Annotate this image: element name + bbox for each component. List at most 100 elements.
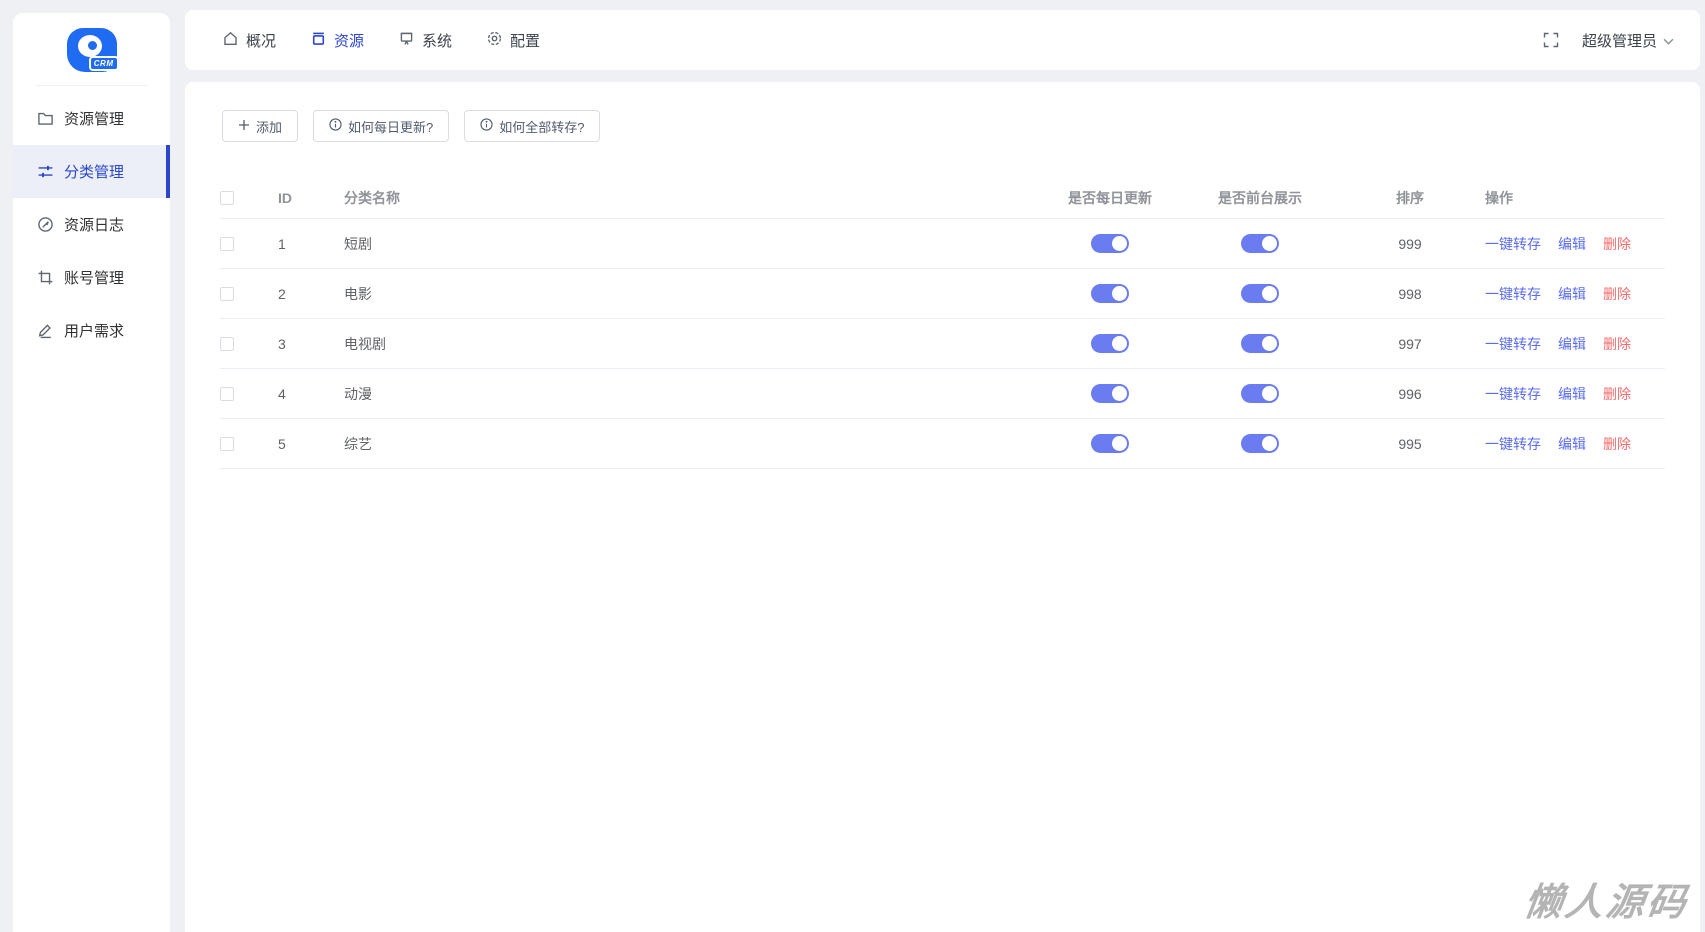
- chevron-down-icon: [1663, 32, 1674, 49]
- sidebar-item-resource-management[interactable]: 资源管理: [13, 92, 170, 145]
- logo-text: CRM: [88, 56, 119, 71]
- sidebar-divider: [35, 85, 148, 86]
- sidebar-item-resource-log[interactable]: 资源日志: [13, 198, 170, 251]
- sidebar-item-account-management[interactable]: 账号管理: [13, 251, 170, 304]
- one-click-transfer-link[interactable]: 一键转存: [1485, 284, 1541, 304]
- plus-icon: [238, 119, 250, 134]
- fullscreen-icon[interactable]: [1542, 31, 1560, 49]
- row-id: 5: [278, 435, 286, 452]
- tab-overview[interactable]: 概况: [222, 30, 276, 51]
- sidebar-item-user-requirements[interactable]: 用户需求: [13, 304, 170, 357]
- one-click-transfer-link[interactable]: 一键转存: [1485, 334, 1541, 354]
- edit-link[interactable]: 编辑: [1558, 234, 1586, 254]
- delete-link[interactable]: 删除: [1603, 434, 1631, 454]
- row-sort: 997: [1398, 335, 1422, 352]
- front-display-toggle[interactable]: [1241, 434, 1279, 453]
- edit-link[interactable]: 编辑: [1558, 434, 1586, 454]
- table-row: 1 短剧 999 一键转存 编辑 删除: [220, 219, 1665, 269]
- main-content: 添加 如何每日更新? 如何全部转存? ID 分类名称 是否每日更新 是否前台展示…: [185, 82, 1700, 932]
- sidebar-item-category-management[interactable]: 分类管理: [13, 145, 170, 198]
- row-category-name: 电影: [344, 285, 372, 302]
- sliders-icon: [37, 163, 54, 180]
- row-category-name: 动漫: [344, 385, 372, 402]
- one-click-transfer-link[interactable]: 一键转存: [1485, 234, 1541, 254]
- daily-update-toggle[interactable]: [1091, 234, 1129, 253]
- how-daily-update-button[interactable]: 如何每日更新?: [313, 110, 450, 142]
- how-transfer-all-label: 如何全部转存?: [499, 119, 585, 135]
- top-navbar: 概况 资源 系统 配置 超级管理员: [185, 10, 1700, 70]
- how-daily-update-label: 如何每日更新?: [348, 119, 434, 135]
- edit-link[interactable]: 编辑: [1558, 284, 1586, 304]
- row-checkbox[interactable]: [220, 286, 234, 301]
- front-display-toggle[interactable]: [1241, 234, 1279, 253]
- tab-label: 系统: [422, 32, 453, 50]
- row-checkbox[interactable]: [220, 236, 234, 251]
- table-row: 2 电影 998 一键转存 编辑 删除: [220, 269, 1665, 319]
- add-button[interactable]: 添加: [222, 110, 299, 142]
- delete-link[interactable]: 删除: [1603, 334, 1631, 354]
- tab-resources[interactable]: 资源: [310, 30, 364, 51]
- table-row: 5 综艺 995 一键转存 编辑 删除: [220, 419, 1665, 469]
- home-icon: [222, 30, 239, 51]
- col-sort: 排序: [1396, 190, 1424, 206]
- row-category-name: 综艺: [344, 435, 372, 452]
- col-front-display: 是否前台展示: [1218, 190, 1302, 206]
- front-display-toggle[interactable]: [1241, 334, 1279, 353]
- tab-label: 概况: [246, 32, 277, 50]
- sidebar-item-label: 账号管理: [64, 270, 125, 287]
- daily-update-toggle[interactable]: [1091, 334, 1129, 353]
- tab-label: 配置: [510, 32, 541, 50]
- one-click-transfer-link[interactable]: 一键转存: [1485, 384, 1541, 404]
- crop-icon: [37, 269, 54, 286]
- info-icon: [480, 118, 493, 134]
- row-sort: 998: [1398, 285, 1422, 302]
- row-sort: 995: [1398, 435, 1422, 452]
- sidebar-item-label: 资源管理: [64, 111, 125, 128]
- sidebar: CRM 资源管理 分类管理 资源日志 账号管理 用户需求: [13, 13, 170, 932]
- row-id: 2: [278, 285, 286, 302]
- row-checkbox[interactable]: [220, 386, 234, 401]
- front-display-toggle[interactable]: [1241, 284, 1279, 303]
- tab-label: 资源: [334, 32, 365, 50]
- toolbar: 添加 如何每日更新? 如何全部转存?: [185, 82, 1700, 142]
- sidebar-item-label: 资源日志: [64, 217, 125, 234]
- col-category-name: 分类名称: [344, 190, 400, 206]
- box-icon: [310, 30, 327, 51]
- folder-icon: [37, 110, 54, 127]
- row-checkbox[interactable]: [220, 436, 234, 451]
- row-id: 4: [278, 385, 286, 402]
- edit-link[interactable]: 编辑: [1558, 384, 1586, 404]
- sidebar-item-label: 用户需求: [64, 323, 125, 340]
- delete-link[interactable]: 删除: [1603, 384, 1631, 404]
- how-transfer-all-button[interactable]: 如何全部转存?: [464, 110, 601, 142]
- select-all-checkbox[interactable]: [220, 191, 234, 205]
- daily-update-toggle[interactable]: [1091, 384, 1129, 403]
- daily-update-toggle[interactable]: [1091, 434, 1129, 453]
- tab-system[interactable]: 系统: [398, 30, 452, 51]
- col-daily-update: 是否每日更新: [1068, 190, 1152, 206]
- row-category-name: 电视剧: [344, 335, 386, 352]
- col-actions: 操作: [1485, 190, 1513, 206]
- board-icon: [398, 30, 415, 51]
- sidebar-item-label: 分类管理: [64, 164, 125, 181]
- table-row: 4 动漫 996 一键转存 编辑 删除: [220, 369, 1665, 419]
- user-dropdown[interactable]: 超级管理员: [1582, 30, 1674, 51]
- row-sort: 996: [1398, 385, 1422, 402]
- compass-icon: [37, 216, 54, 233]
- edit-link[interactable]: 编辑: [1558, 334, 1586, 354]
- user-name-label: 超级管理员: [1581, 32, 1657, 50]
- delete-link[interactable]: 删除: [1603, 284, 1631, 304]
- front-display-toggle[interactable]: [1241, 384, 1279, 403]
- logo-dot: [87, 41, 97, 50]
- row-checkbox[interactable]: [220, 336, 234, 351]
- add-button-label: 添加: [256, 119, 283, 135]
- table-row: 3 电视剧 997 一键转存 编辑 删除: [220, 319, 1665, 369]
- row-sort: 999: [1398, 235, 1422, 252]
- pencil-icon: [37, 322, 54, 339]
- one-click-transfer-link[interactable]: 一键转存: [1485, 434, 1541, 454]
- tab-settings[interactable]: 配置: [486, 30, 540, 51]
- daily-update-toggle[interactable]: [1091, 284, 1129, 303]
- user-area: 超级管理员: [1542, 30, 1674, 51]
- category-table: ID 分类名称 是否每日更新 是否前台展示 排序 操作 1 短剧 999 一键转…: [220, 178, 1665, 469]
- delete-link[interactable]: 删除: [1603, 234, 1631, 254]
